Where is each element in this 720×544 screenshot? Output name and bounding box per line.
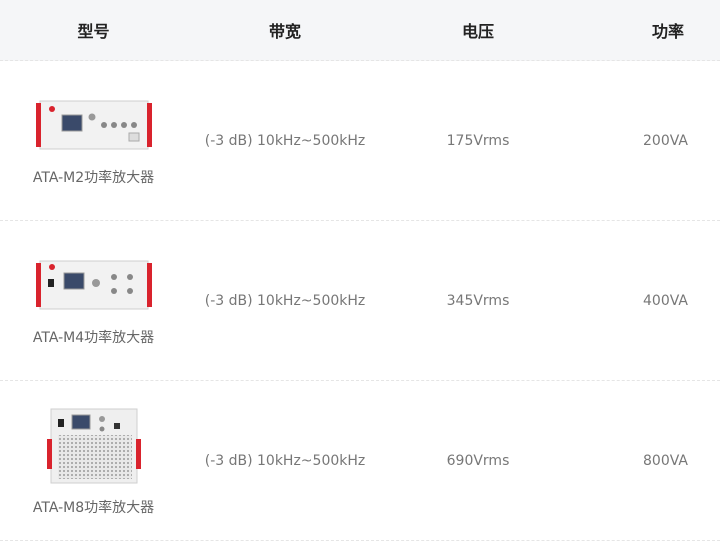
power-cell: 800VA — [643, 452, 688, 469]
product-cell[interactable]: ATA-M4功率放大器 — [0, 255, 187, 347]
amplifier-m4-image — [35, 260, 152, 309]
header-bandwidth: 带宽 — [268, 22, 301, 41]
table-row: ATA-M4功率放大器 (-3 dB) 10kHz~500kHz 345Vrms… — [0, 221, 720, 381]
amplifier-m8-image — [46, 408, 141, 483]
power-cell: 400VA — [643, 292, 688, 309]
power-cell: 200VA — [643, 132, 688, 149]
header-power: 功率 — [651, 22, 684, 41]
product-name[interactable]: ATA-M2功率放大器 — [33, 167, 154, 187]
bandwidth-cell: (-3 dB) 10kHz~500kHz — [204, 132, 366, 149]
product-name[interactable]: ATA-M4功率放大器 — [33, 327, 154, 347]
table-row: ATA-M2功率放大器 (-3 dB) 10kHz~500kHz 175Vrms… — [0, 61, 720, 221]
voltage-cell: 345Vrms — [446, 292, 510, 309]
header-model: 型号 — [77, 22, 110, 41]
table-header: 型号 带宽 电压 功率 — [0, 0, 720, 61]
voltage-cell: 175Vrms — [446, 132, 510, 149]
product-cell[interactable]: ATA-M2功率放大器 — [0, 95, 187, 187]
bandwidth-cell: (-3 dB) 10kHz~500kHz — [204, 292, 366, 309]
product-name[interactable]: ATA-M8功率放大器 — [33, 497, 154, 517]
amplifier-m2-image — [35, 100, 152, 149]
voltage-cell: 690Vrms — [446, 452, 510, 469]
spec-table: 型号 带宽 电压 功率 ATA-M2功率放大器 (-3 dB) 10kHz~50… — [0, 0, 720, 541]
bandwidth-cell: (-3 dB) 10kHz~500kHz — [204, 452, 366, 469]
product-cell[interactable]: ATA-M8功率放大器 — [0, 405, 187, 517]
header-voltage: 电压 — [461, 22, 494, 41]
table-row: ATA-M8功率放大器 (-3 dB) 10kHz~500kHz 690Vrms… — [0, 381, 720, 541]
